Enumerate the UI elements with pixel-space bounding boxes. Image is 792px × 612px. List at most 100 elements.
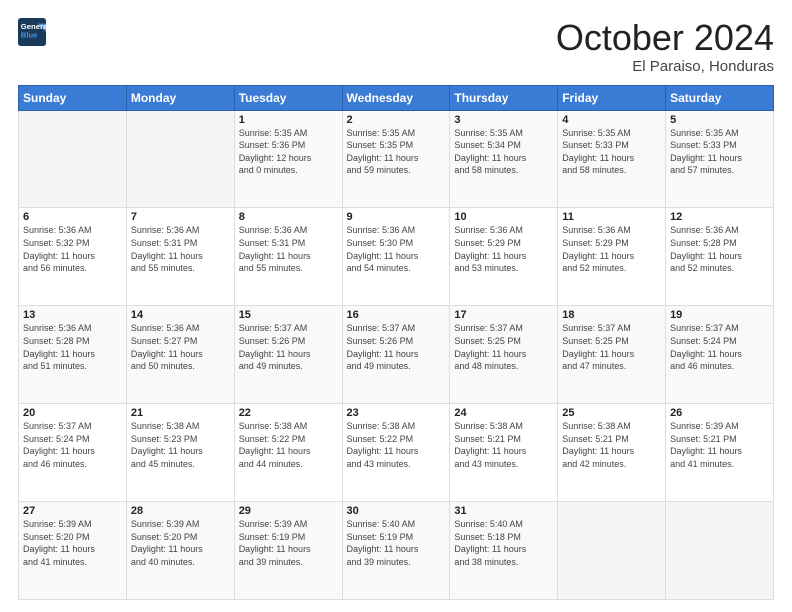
day-number: 26 xyxy=(670,407,769,419)
calendar-cell: 29Sunrise: 5:39 AMSunset: 5:19 PMDayligh… xyxy=(234,502,342,600)
calendar-cell: 2Sunrise: 5:35 AMSunset: 5:35 PMDaylight… xyxy=(342,110,450,208)
day-number: 18 xyxy=(562,309,661,321)
day-number: 11 xyxy=(562,211,661,223)
day-number: 2 xyxy=(347,114,446,126)
svg-text:Blue: Blue xyxy=(21,31,38,40)
calendar-cell: 14Sunrise: 5:36 AMSunset: 5:27 PMDayligh… xyxy=(126,306,234,404)
day-info: Sunrise: 5:35 AMSunset: 5:33 PMDaylight:… xyxy=(670,127,769,177)
calendar-cell xyxy=(558,502,666,600)
day-info: Sunrise: 5:37 AMSunset: 5:26 PMDaylight:… xyxy=(239,322,338,372)
day-info: Sunrise: 5:39 AMSunset: 5:19 PMDaylight:… xyxy=(239,518,338,568)
calendar-cell: 5Sunrise: 5:35 AMSunset: 5:33 PMDaylight… xyxy=(666,110,774,208)
calendar-header-row: Sunday Monday Tuesday Wednesday Thursday… xyxy=(19,85,774,110)
calendar-cell: 7Sunrise: 5:36 AMSunset: 5:31 PMDaylight… xyxy=(126,208,234,306)
day-info: Sunrise: 5:35 AMSunset: 5:34 PMDaylight:… xyxy=(454,127,553,177)
calendar-cell: 17Sunrise: 5:37 AMSunset: 5:25 PMDayligh… xyxy=(450,306,558,404)
day-info: Sunrise: 5:36 AMSunset: 5:31 PMDaylight:… xyxy=(131,224,230,274)
day-number: 5 xyxy=(670,114,769,126)
calendar-cell: 10Sunrise: 5:36 AMSunset: 5:29 PMDayligh… xyxy=(450,208,558,306)
svg-text:General: General xyxy=(21,22,46,31)
day-info: Sunrise: 5:38 AMSunset: 5:22 PMDaylight:… xyxy=(239,420,338,470)
week-row-5: 27Sunrise: 5:39 AMSunset: 5:20 PMDayligh… xyxy=(19,502,774,600)
day-number: 30 xyxy=(347,505,446,517)
header-tuesday: Tuesday xyxy=(234,85,342,110)
calendar-cell: 6Sunrise: 5:36 AMSunset: 5:32 PMDaylight… xyxy=(19,208,127,306)
day-info: Sunrise: 5:39 AMSunset: 5:21 PMDaylight:… xyxy=(670,420,769,470)
calendar-cell xyxy=(19,110,127,208)
day-info: Sunrise: 5:36 AMSunset: 5:28 PMDaylight:… xyxy=(23,322,122,372)
calendar-cell: 13Sunrise: 5:36 AMSunset: 5:28 PMDayligh… xyxy=(19,306,127,404)
calendar-cell: 28Sunrise: 5:39 AMSunset: 5:20 PMDayligh… xyxy=(126,502,234,600)
header-thursday: Thursday xyxy=(450,85,558,110)
day-number: 19 xyxy=(670,309,769,321)
day-number: 27 xyxy=(23,505,122,517)
day-number: 14 xyxy=(131,309,230,321)
week-row-1: 1Sunrise: 5:35 AMSunset: 5:36 PMDaylight… xyxy=(19,110,774,208)
day-number: 21 xyxy=(131,407,230,419)
calendar-cell: 12Sunrise: 5:36 AMSunset: 5:28 PMDayligh… xyxy=(666,208,774,306)
day-number: 13 xyxy=(23,309,122,321)
day-info: Sunrise: 5:36 AMSunset: 5:32 PMDaylight:… xyxy=(23,224,122,274)
day-info: Sunrise: 5:40 AMSunset: 5:18 PMDaylight:… xyxy=(454,518,553,568)
day-info: Sunrise: 5:35 AMSunset: 5:36 PMDaylight:… xyxy=(239,127,338,177)
day-number: 6 xyxy=(23,211,122,223)
logo: General Blue xyxy=(18,18,50,46)
day-info: Sunrise: 5:36 AMSunset: 5:29 PMDaylight:… xyxy=(454,224,553,274)
week-row-4: 20Sunrise: 5:37 AMSunset: 5:24 PMDayligh… xyxy=(19,404,774,502)
calendar-cell: 31Sunrise: 5:40 AMSunset: 5:18 PMDayligh… xyxy=(450,502,558,600)
month-title: October 2024 xyxy=(556,18,774,58)
header-saturday: Saturday xyxy=(666,85,774,110)
calendar-cell xyxy=(666,502,774,600)
day-number: 22 xyxy=(239,407,338,419)
day-info: Sunrise: 5:36 AMSunset: 5:29 PMDaylight:… xyxy=(562,224,661,274)
day-info: Sunrise: 5:38 AMSunset: 5:22 PMDaylight:… xyxy=(347,420,446,470)
calendar-cell: 1Sunrise: 5:35 AMSunset: 5:36 PMDaylight… xyxy=(234,110,342,208)
day-info: Sunrise: 5:36 AMSunset: 5:28 PMDaylight:… xyxy=(670,224,769,274)
day-number: 24 xyxy=(454,407,553,419)
day-info: Sunrise: 5:36 AMSunset: 5:30 PMDaylight:… xyxy=(347,224,446,274)
calendar-cell: 15Sunrise: 5:37 AMSunset: 5:26 PMDayligh… xyxy=(234,306,342,404)
day-number: 4 xyxy=(562,114,661,126)
day-info: Sunrise: 5:37 AMSunset: 5:25 PMDaylight:… xyxy=(454,322,553,372)
calendar-cell: 19Sunrise: 5:37 AMSunset: 5:24 PMDayligh… xyxy=(666,306,774,404)
header-sunday: Sunday xyxy=(19,85,127,110)
calendar-cell xyxy=(126,110,234,208)
day-number: 29 xyxy=(239,505,338,517)
day-number: 12 xyxy=(670,211,769,223)
day-info: Sunrise: 5:39 AMSunset: 5:20 PMDaylight:… xyxy=(23,518,122,568)
calendar-cell: 3Sunrise: 5:35 AMSunset: 5:34 PMDaylight… xyxy=(450,110,558,208)
day-number: 16 xyxy=(347,309,446,321)
day-info: Sunrise: 5:38 AMSunset: 5:21 PMDaylight:… xyxy=(454,420,553,470)
calendar-cell: 25Sunrise: 5:38 AMSunset: 5:21 PMDayligh… xyxy=(558,404,666,502)
calendar-cell: 23Sunrise: 5:38 AMSunset: 5:22 PMDayligh… xyxy=(342,404,450,502)
day-info: Sunrise: 5:37 AMSunset: 5:24 PMDaylight:… xyxy=(670,322,769,372)
day-number: 15 xyxy=(239,309,338,321)
day-info: Sunrise: 5:38 AMSunset: 5:23 PMDaylight:… xyxy=(131,420,230,470)
day-info: Sunrise: 5:39 AMSunset: 5:20 PMDaylight:… xyxy=(131,518,230,568)
day-number: 1 xyxy=(239,114,338,126)
day-info: Sunrise: 5:36 AMSunset: 5:31 PMDaylight:… xyxy=(239,224,338,274)
calendar-cell: 18Sunrise: 5:37 AMSunset: 5:25 PMDayligh… xyxy=(558,306,666,404)
day-info: Sunrise: 5:36 AMSunset: 5:27 PMDaylight:… xyxy=(131,322,230,372)
calendar-cell: 24Sunrise: 5:38 AMSunset: 5:21 PMDayligh… xyxy=(450,404,558,502)
logo-icon: General Blue xyxy=(18,18,46,46)
day-info: Sunrise: 5:35 AMSunset: 5:35 PMDaylight:… xyxy=(347,127,446,177)
week-row-3: 13Sunrise: 5:36 AMSunset: 5:28 PMDayligh… xyxy=(19,306,774,404)
day-info: Sunrise: 5:38 AMSunset: 5:21 PMDaylight:… xyxy=(562,420,661,470)
calendar-cell: 22Sunrise: 5:38 AMSunset: 5:22 PMDayligh… xyxy=(234,404,342,502)
header-monday: Monday xyxy=(126,85,234,110)
calendar-cell: 4Sunrise: 5:35 AMSunset: 5:33 PMDaylight… xyxy=(558,110,666,208)
day-number: 23 xyxy=(347,407,446,419)
header-friday: Friday xyxy=(558,85,666,110)
header-wednesday: Wednesday xyxy=(342,85,450,110)
day-info: Sunrise: 5:35 AMSunset: 5:33 PMDaylight:… xyxy=(562,127,661,177)
day-info: Sunrise: 5:37 AMSunset: 5:26 PMDaylight:… xyxy=(347,322,446,372)
day-number: 8 xyxy=(239,211,338,223)
day-number: 7 xyxy=(131,211,230,223)
day-number: 3 xyxy=(454,114,553,126)
calendar-cell: 16Sunrise: 5:37 AMSunset: 5:26 PMDayligh… xyxy=(342,306,450,404)
day-number: 9 xyxy=(347,211,446,223)
page-header: General Blue October 2024 El Paraiso, Ho… xyxy=(18,18,774,75)
calendar-cell: 11Sunrise: 5:36 AMSunset: 5:29 PMDayligh… xyxy=(558,208,666,306)
week-row-2: 6Sunrise: 5:36 AMSunset: 5:32 PMDaylight… xyxy=(19,208,774,306)
